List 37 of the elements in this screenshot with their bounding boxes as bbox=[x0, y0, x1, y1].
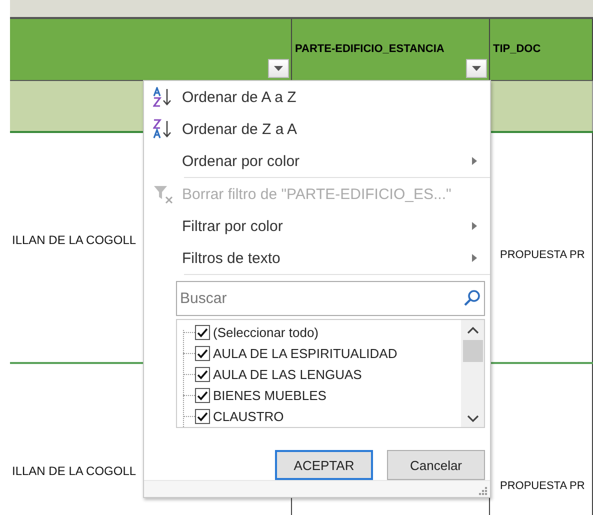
column-header: PARTE-EDIFICIO_ESTANCIA bbox=[295, 42, 444, 54]
checkbox[interactable] bbox=[195, 388, 210, 403]
submenu-arrow-icon bbox=[472, 222, 477, 230]
checkbox[interactable] bbox=[195, 346, 210, 361]
filter-dropdown-button[interactable] bbox=[268, 59, 289, 78]
scroll-thumb[interactable] bbox=[462, 340, 482, 362]
submenu-arrow-icon bbox=[472, 157, 477, 165]
search-field[interactable]: Buscar bbox=[176, 281, 485, 316]
search-icon bbox=[463, 289, 481, 307]
scrollbar[interactable] bbox=[461, 320, 484, 427]
clear-filter-icon bbox=[153, 184, 175, 204]
menu-item[interactable]: Filtros de texto bbox=[144, 242, 490, 274]
column-header: TIP_DOC bbox=[493, 42, 541, 54]
scroll-down-icon[interactable] bbox=[466, 415, 478, 423]
table-cell: PROPUESTA PR bbox=[500, 248, 585, 260]
menu-item[interactable]: Filtrar por color bbox=[144, 210, 490, 242]
table-cell: PROPUESTA PR bbox=[500, 480, 585, 492]
checkbox[interactable] bbox=[195, 325, 210, 340]
checkbox-label[interactable]: CLAUSTRO bbox=[213, 409, 284, 424]
filter-dropdown-button[interactable] bbox=[466, 59, 487, 78]
checkbox-label[interactable]: AULA DE LAS LENGUAS bbox=[213, 367, 362, 382]
table-cell: ILLAN DE LA COGOLL bbox=[12, 232, 136, 246]
menu-item[interactable]: Ordenar por color bbox=[144, 145, 490, 177]
submenu-arrow-icon bbox=[472, 254, 477, 262]
caret-icon bbox=[472, 66, 481, 71]
checkbox-label[interactable]: AULA DE LA ESPIRITUALIDAD bbox=[213, 346, 398, 361]
checkbox-label[interactable]: (Seleccionar todo) bbox=[213, 325, 318, 340]
checkbox[interactable] bbox=[195, 409, 210, 424]
ok-button[interactable]: ACEPTAR bbox=[275, 450, 373, 480]
menu-item[interactable]: Ordenar de Z a A bbox=[144, 113, 490, 145]
table-cell: ILLAN DE LA COGOLL bbox=[12, 464, 136, 478]
caret-icon bbox=[274, 66, 283, 71]
scroll-up-icon[interactable] bbox=[466, 326, 478, 334]
resize-grip-icon[interactable] bbox=[479, 487, 487, 495]
checkbox-label[interactable]: BIENES MUEBLES bbox=[213, 388, 326, 403]
cancel-button[interactable]: Cancelar bbox=[387, 450, 485, 480]
checkbox[interactable] bbox=[195, 367, 210, 382]
